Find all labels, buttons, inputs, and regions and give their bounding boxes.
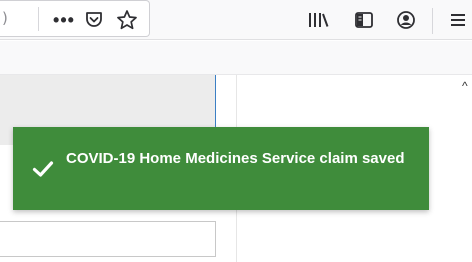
urlbar-separator bbox=[38, 7, 39, 31]
pocket-icon[interactable] bbox=[82, 8, 106, 32]
success-toast: COVID-19 Home Medicines Service claim sa… bbox=[13, 127, 429, 210]
account-icon[interactable] bbox=[394, 8, 418, 32]
star-icon[interactable] bbox=[115, 8, 139, 32]
scroll-up-icon[interactable]: ^ bbox=[462, 80, 472, 92]
sidebar-icon[interactable] bbox=[352, 9, 376, 31]
page-header-strip bbox=[0, 41, 472, 75]
library-icon[interactable] bbox=[306, 9, 330, 31]
hamburger-menu-icon[interactable] bbox=[446, 9, 470, 31]
toolbar-separator bbox=[432, 8, 433, 34]
toast-message: COVID-19 Home Medicines Service claim sa… bbox=[66, 150, 405, 167]
more-icon[interactable]: ••• bbox=[52, 8, 76, 32]
url-bar[interactable]: ) ••• bbox=[0, 0, 150, 37]
checkmark-icon bbox=[32, 160, 54, 178]
text-input-field[interactable] bbox=[0, 221, 216, 257]
url-text[interactable]: ) bbox=[2, 9, 8, 27]
browser-toolbar: ) ••• bbox=[0, 0, 472, 40]
